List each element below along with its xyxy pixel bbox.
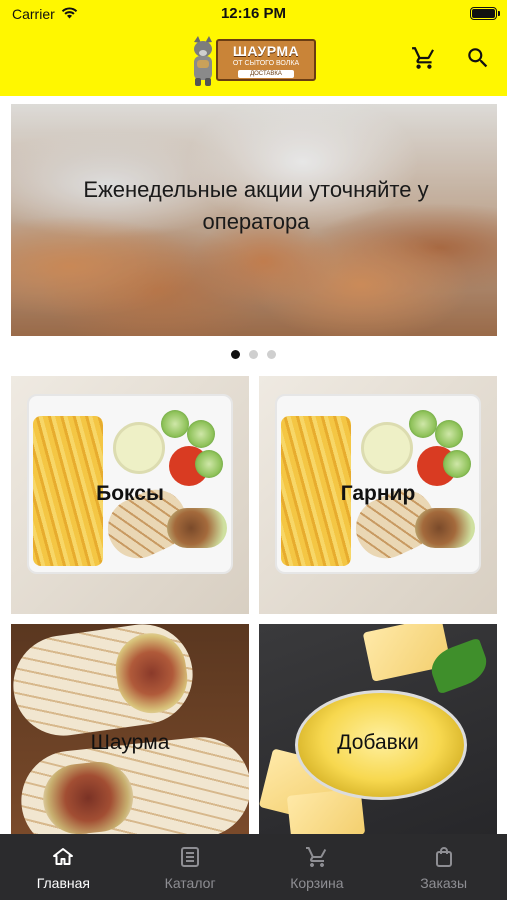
tab-home[interactable]: Главная: [0, 834, 127, 900]
status-bar: Carrier 12:16 PM: [0, 0, 507, 28]
search-icon: [468, 48, 488, 68]
category-label: Шаурма: [90, 731, 170, 754]
tab-cart[interactable]: Корзина: [254, 834, 381, 900]
carousel-dot[interactable]: [249, 350, 258, 359]
cart-icon: [304, 844, 330, 870]
bottom-tab-bar: Главная Каталог Корзина Заказы: [0, 834, 507, 900]
category-tile-extras[interactable]: Добавки: [259, 624, 497, 834]
promo-banner[interactable]: Еженедельные акции уточняйте у оператора: [11, 104, 497, 336]
cucumber-image: [435, 420, 463, 448]
category-tile-garnir[interactable]: Гарнир: [259, 376, 497, 614]
wolf-mascot-icon: [188, 36, 218, 86]
category-tile-boxes[interactable]: Боксы: [11, 376, 249, 614]
category-label: Добавки: [337, 731, 419, 754]
tab-label: Корзина: [290, 875, 344, 891]
cucumber-image: [409, 410, 437, 438]
carousel-indicator: [0, 350, 507, 359]
tab-catalog[interactable]: Каталог: [127, 834, 254, 900]
cucumber-image: [195, 450, 223, 478]
header-cart-button[interactable]: [408, 42, 440, 74]
app-header: Carrier 12:16 PM ШАУРМА ОТ СЫТОГО ВОЛКА …: [0, 0, 507, 96]
cucumber-image: [187, 420, 215, 448]
home-icon: [50, 844, 76, 870]
cucumber-image: [443, 450, 471, 478]
wrap-filling-image: [415, 508, 475, 548]
sauce-image: [361, 422, 413, 474]
wrap-filling-image: [167, 508, 227, 548]
bag-icon: [431, 844, 457, 870]
banner-caption: Еженедельные акции уточняйте у оператора: [83, 177, 429, 234]
header-search-button[interactable]: [462, 42, 494, 74]
category-label: Боксы: [96, 482, 164, 505]
cart-icon: [412, 47, 434, 69]
status-time: 12:16 PM: [220, 5, 287, 22]
carousel-dot[interactable]: [267, 350, 276, 359]
logo-delivery: ДОСТАВКА: [238, 70, 294, 78]
battery-icon: [470, 7, 500, 20]
tab-label: Каталог: [164, 875, 216, 891]
cucumber-image: [161, 410, 189, 438]
tab-orders[interactable]: Заказы: [380, 834, 507, 900]
catalog-icon: [177, 844, 203, 870]
carousel-dot[interactable]: [231, 350, 240, 359]
category-tile-shawarma[interactable]: Шаурма: [11, 624, 249, 834]
tab-label: Главная: [36, 875, 91, 891]
shawarma-image: [11, 624, 200, 743]
logo-subtitle: ОТ СЫТОГО ВОЛКА: [232, 60, 300, 67]
logo-sign: ШАУРМА ОТ СЫТОГО ВОЛКА ДОСТАВКА: [216, 39, 316, 81]
brand-logo[interactable]: ШАУРМА ОТ СЫТОГО ВОЛКА ДОСТАВКА: [188, 36, 318, 86]
category-label: Гарнир: [340, 482, 416, 505]
logo-title: ШАУРМА: [232, 43, 300, 59]
tab-label: Заказы: [420, 875, 468, 891]
sauce-image: [113, 422, 165, 474]
